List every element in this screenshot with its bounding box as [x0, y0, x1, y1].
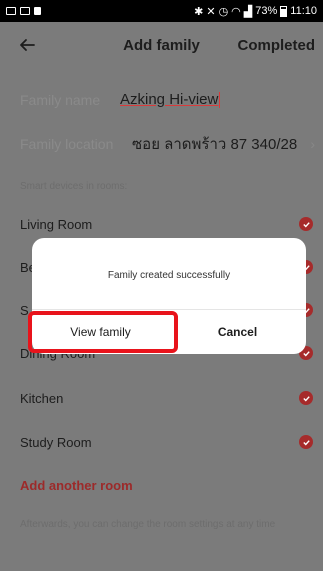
alarm-icon: ◷	[218, 5, 229, 18]
cancel-button[interactable]: Cancel	[169, 310, 306, 354]
check-icon[interactable]	[299, 391, 313, 405]
status-right: ✱ ✕ ◷ ◠ ▟ 73% 11:10	[194, 5, 317, 18]
battery-percent: 73%	[255, 5, 278, 17]
clock: 11:10	[290, 5, 317, 17]
status-bar: ✱ ✕ ◷ ◠ ▟ 73% 11:10	[0, 0, 323, 22]
status-left	[6, 7, 41, 15]
add-another-room-button[interactable]: Add another room	[20, 478, 133, 493]
mail-notification-icon	[20, 7, 30, 15]
bluetooth-icon: ✱	[194, 5, 204, 18]
family-location-row[interactable]: Family location ซอย ลาดพร้าว 87 340/28 ›	[0, 128, 323, 160]
room-label: Study Room	[20, 434, 92, 450]
check-icon[interactable]	[299, 217, 313, 231]
mute-icon: ✕	[206, 5, 216, 18]
battery-icon	[280, 5, 288, 17]
chevron-right-icon: ›	[310, 136, 315, 152]
room-settings-hint: Afterwards, you can change the room sett…	[20, 519, 276, 530]
signal-icon: ▟	[243, 5, 253, 18]
family-name-value: Azking Hi-view	[120, 91, 219, 108]
room-row[interactable]: Kitchen	[0, 376, 323, 420]
family-name-field[interactable]: Azking Hi-view	[120, 91, 221, 109]
check-icon[interactable]	[299, 435, 313, 449]
completed-button[interactable]: Completed	[237, 37, 315, 54]
family-location-label: Family location	[20, 136, 114, 152]
family-name-row[interactable]: Family name Azking Hi-view	[0, 84, 323, 116]
room-row[interactable]: Study Room	[0, 420, 323, 464]
room-label: Living Room	[20, 216, 93, 232]
family-location-value: ซอย ลาดพร้าว 87 340/28	[132, 136, 298, 153]
nav-bar: Add family Completed	[0, 22, 323, 68]
wifi-icon: ◠	[231, 5, 241, 18]
rooms-section-label: Smart devices in rooms:	[20, 181, 128, 192]
gallery-notification-icon	[6, 7, 16, 15]
app-notification-icon	[34, 7, 41, 15]
family-name-label: Family name	[20, 92, 101, 108]
dialog-message: Family created successfully	[107, 270, 231, 281]
room-label: Kitchen	[20, 390, 64, 406]
text-cursor	[219, 91, 221, 108]
highlight-box	[28, 311, 178, 353]
